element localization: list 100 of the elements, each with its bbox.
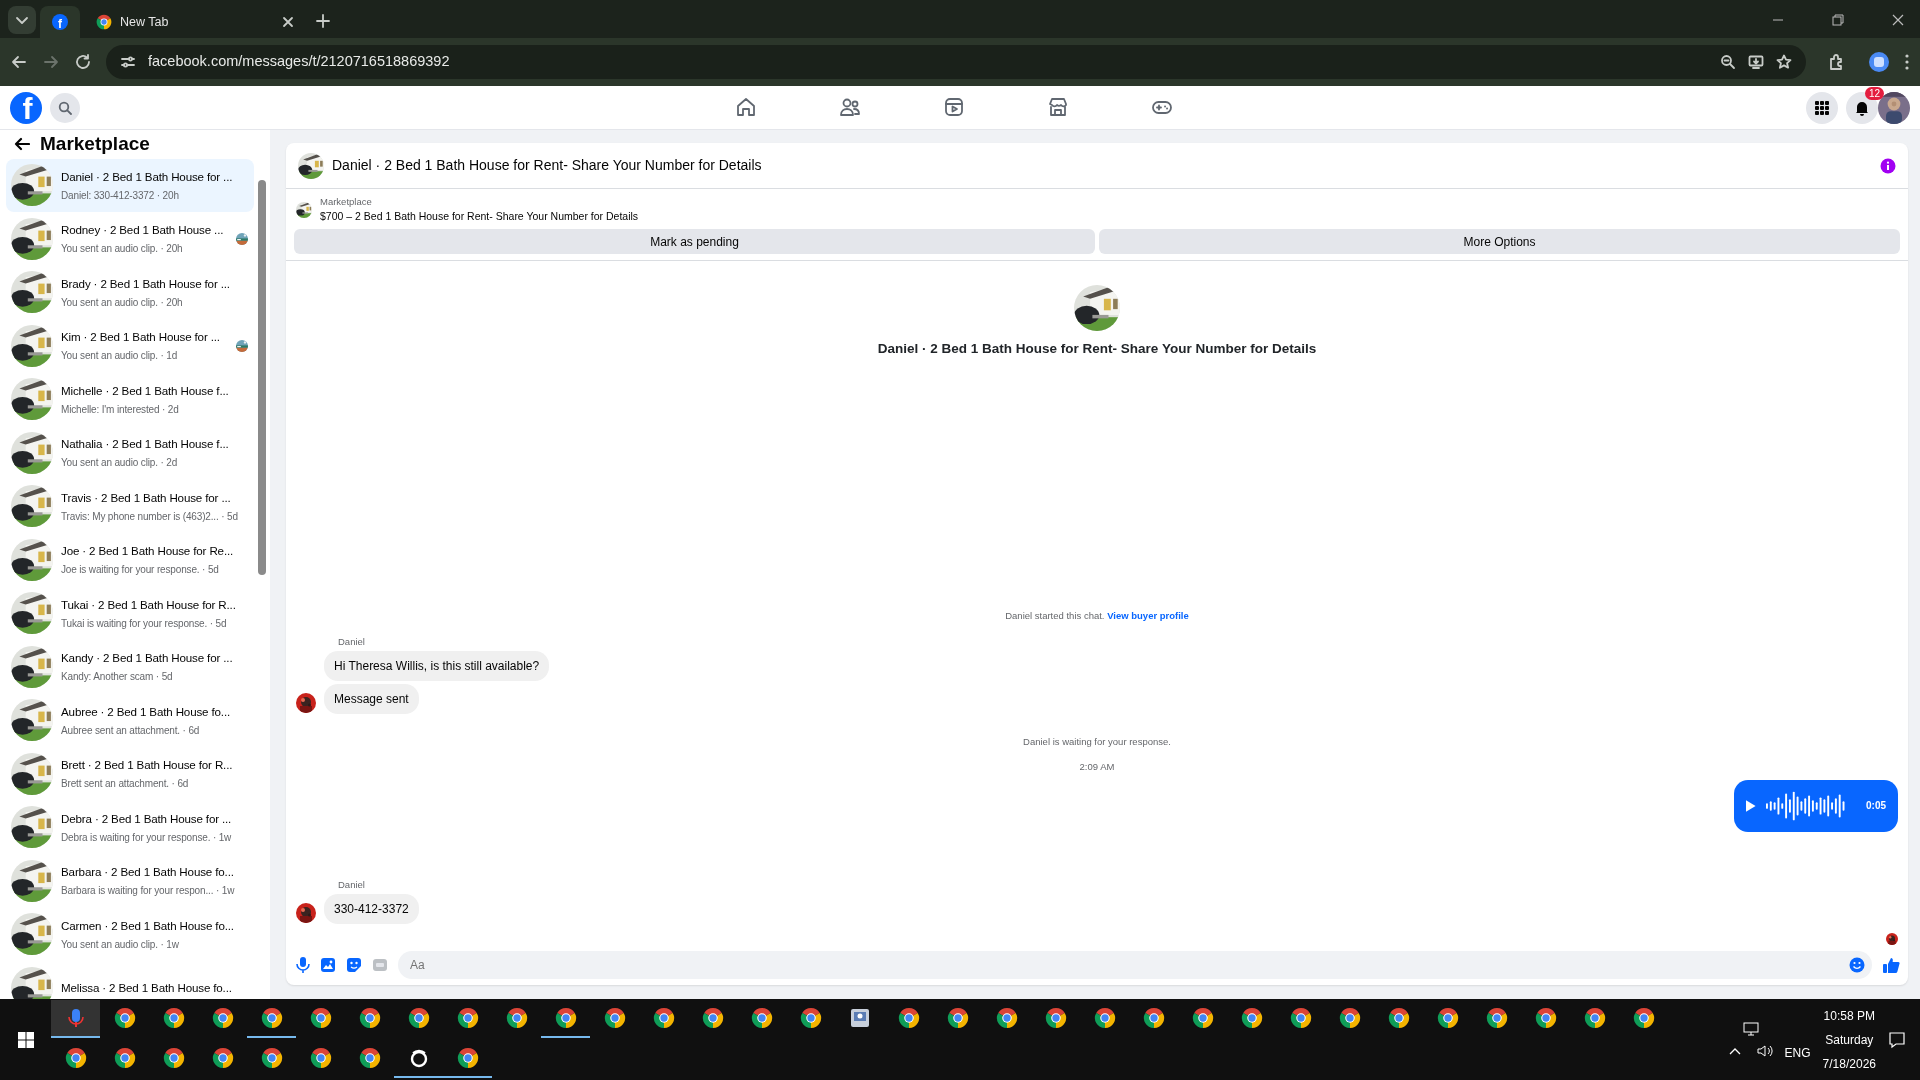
- conversation-preview: Joe is waiting for your response. · 5d: [61, 563, 220, 578]
- conversation-item[interactable]: Brett · 2 Bed 1 Bath House for R... Brett sent an attachment. · 6d: [6, 747, 254, 801]
- conversation-item[interactable]: Joe · 2 Bed 1 Bath House for Re... Joe is waiting for your response. · 5d: [6, 533, 254, 587]
- facebook-logo: f: [52, 14, 68, 30]
- buyer-profile-link[interactable]: View buyer profile: [1107, 609, 1189, 621]
- conversation-title: Nathalia · 2 Bed 1 Bath House f...: [61, 436, 230, 453]
- chrome-icon: [162, 1047, 185, 1069]
- conversation-preview: You sent an audio clip. · 2d: [61, 456, 179, 471]
- message-field[interactable]: Aa: [398, 951, 1872, 979]
- chrome-icon: [358, 1007, 381, 1029]
- sidebar-title: Marketplace: [40, 132, 150, 156]
- new-tab-icon[interactable]: [316, 14, 330, 28]
- notification-icon[interactable]: [1888, 1030, 1906, 1049]
- sender-name: Daniel: [338, 877, 366, 892]
- menu-icon[interactable]: [1904, 53, 1910, 71]
- conversation-item[interactable]: Aubree · 2 Bed 1 Bath House fo... Aubree sent an attachment. · 6d: [6, 693, 254, 747]
- close-icon[interactable]: [1892, 14, 1904, 26]
- chrome-icon: [1583, 1007, 1606, 1029]
- browser-tab[interactable]: New Tab: [84, 6, 304, 38]
- play-icon[interactable]: [1746, 799, 1756, 812]
- conversation-title: Michelle · 2 Bed 1 Bath House f...: [61, 382, 230, 399]
- chrome-icon: [456, 1047, 479, 1069]
- conversation-title: Melissa · 2 Bed 1 Bath House fo...: [61, 980, 233, 997]
- network-icon[interactable]: [1742, 1021, 1759, 1036]
- zoom-icon[interactable]: [1720, 54, 1736, 70]
- chrome-icon: [946, 1007, 969, 1029]
- profile-title: Daniel · 2 Bed 1 Bath House for Rent- Share Your Number for Details: [877, 340, 1317, 358]
- listing-title: $700 – 2 Bed 1 Bath House for Rent- Share Your Number for Details: [320, 209, 639, 225]
- conversation-item[interactable]: Debra · 2 Bed 1 Bath House for ... Debra is waiting for your response. · 1w: [6, 800, 254, 854]
- chrome-icon: [1534, 1007, 1557, 1029]
- back-icon[interactable]: [10, 53, 28, 71]
- notifications-button[interactable]: [1846, 91, 1878, 124]
- conversation-item[interactable]: Tukai · 2 Bed 1 Bath House for R... Tukai is waiting for your response. · 5d: [6, 586, 254, 640]
- listing-label: Marketplace: [320, 195, 373, 209]
- conversation-item[interactable]: Michelle · 2 Bed 1 Bath House f... Michelle: I'm interested · 2d: [6, 372, 254, 426]
- timestamp: 2:09 AM: [1079, 759, 1115, 774]
- conversation-item[interactable]: Barbara · 2 Bed 1 Bath House fo... Barbara is waiting for your respon... · 1w: [6, 854, 254, 908]
- menu-button[interactable]: [1806, 91, 1838, 124]
- scrollbar[interactable]: [258, 180, 266, 575]
- action-button[interactable]: More Options: [1099, 229, 1900, 254]
- image-icon[interactable]: [320, 957, 336, 973]
- conversation-item[interactable]: Travis · 2 Bed 1 Bath House for ... Travis: My phone number is (463)2... · 5d: [6, 479, 254, 533]
- conversation-title: Rodney · 2 Bed 1 Bath House ...: [61, 222, 225, 239]
- conversation-preview: Brett sent an attachment. · 6d: [61, 777, 190, 792]
- video-icon: [943, 95, 965, 118]
- chrome-icon: [1485, 1007, 1508, 1029]
- tab-list-icon[interactable]: [8, 6, 36, 34]
- like-icon[interactable]: [1882, 956, 1900, 974]
- chrome-icon: [456, 1007, 479, 1029]
- conversation-item[interactable]: Nathalia · 2 Bed 1 Bath House f... You sent an audio clip. · 2d: [6, 426, 254, 480]
- browser-tab[interactable]: f: [40, 6, 80, 38]
- clock-time: 10:58 PM: [1823, 1007, 1875, 1025]
- close-icon[interactable]: [282, 16, 294, 28]
- taskbar-button[interactable]: [51, 1000, 100, 1038]
- conversation-preview: Travis: My phone number is (463)2... · 5d: [61, 509, 239, 524]
- chevron-up-icon[interactable]: [1728, 1046, 1741, 1055]
- conversation-title: Debra · 2 Bed 1 Bath House for ...: [61, 810, 233, 827]
- language-indicator[interactable]: ENG: [1784, 1043, 1811, 1062]
- chrome-icon: [505, 1007, 528, 1029]
- chrome-icon: [750, 1007, 773, 1029]
- conversation-item[interactable]: Daniel · 2 Bed 1 Bath House for ... Daniel: 330-412-3372 · 20h: [6, 158, 254, 212]
- site-info-icon[interactable]: [120, 54, 136, 70]
- chrome-icon: [603, 1007, 626, 1029]
- conversation-title: Barbara · 2 Bed 1 Bath House fo...: [61, 864, 235, 881]
- conversation-item[interactable]: Brady · 2 Bed 1 Bath House for ... You sent an audio clip. · 20h: [6, 265, 254, 319]
- search-button[interactable]: [50, 92, 80, 123]
- sticker-icon[interactable]: [346, 957, 362, 973]
- conversation-item[interactable]: Rodney · 2 Bed 1 Bath House ... You sent an audio clip. · 20h: [6, 212, 254, 266]
- conversation-item[interactable]: Kim · 2 Bed 1 Bath House for ... You sent an audio clip. · 1d: [6, 319, 254, 373]
- audio-message[interactable]: 0:05: [1734, 779, 1898, 832]
- microphone-icon[interactable]: [296, 957, 310, 973]
- search-icon: [58, 100, 72, 115]
- chrome-icon: [1387, 1007, 1410, 1029]
- conversation-title: Aubree · 2 Bed 1 Bath House fo...: [61, 703, 232, 720]
- conversation-title: Kim · 2 Bed 1 Bath House for ...: [61, 329, 221, 346]
- conversation-title: Tukai · 2 Bed 1 Bath House for R...: [61, 596, 237, 613]
- grid-icon: [1814, 99, 1830, 116]
- action-button[interactable]: Mark as pending: [294, 229, 1095, 254]
- volume-icon[interactable]: [1756, 1043, 1773, 1058]
- notification-count: 12: [1864, 86, 1884, 100]
- conversation-preview: Debra is waiting for your response. · 1w: [61, 830, 233, 845]
- chrome-icon: [897, 1007, 920, 1029]
- conversation-item[interactable]: Kandy · 2 Bed 1 Bath House for ... Kandy: Another scam · 5d: [6, 640, 254, 694]
- address-bar[interactable]: facebook.com/messages/t/2120716518869392: [106, 45, 1806, 79]
- reload-icon[interactable]: [74, 53, 92, 71]
- profile-icon[interactable]: [1868, 51, 1890, 73]
- conversation-title: Carmen · 2 Bed 1 Bath House fo...: [61, 917, 235, 934]
- chrome-icon: [1093, 1007, 1116, 1029]
- chrome-icon: [652, 1007, 675, 1029]
- restore-icon[interactable]: [1832, 14, 1844, 26]
- star-icon[interactable]: [1776, 54, 1792, 70]
- info-icon[interactable]: [1880, 157, 1896, 174]
- emoji-icon[interactable]: [1849, 957, 1865, 973]
- conversation-item[interactable]: Carmen · 2 Bed 1 Bath House fo... You sent an audio clip. · 1w: [6, 907, 254, 961]
- chrome-icon: [211, 1007, 234, 1029]
- windows-icon[interactable]: [17, 1031, 34, 1048]
- install-icon[interactable]: [1748, 54, 1764, 70]
- message-bubble: Hi Theresa Willis, is this still available?: [324, 651, 550, 682]
- back-arrow-icon[interactable]: [14, 136, 30, 153]
- facebook-logo[interactable]: f: [10, 91, 42, 124]
